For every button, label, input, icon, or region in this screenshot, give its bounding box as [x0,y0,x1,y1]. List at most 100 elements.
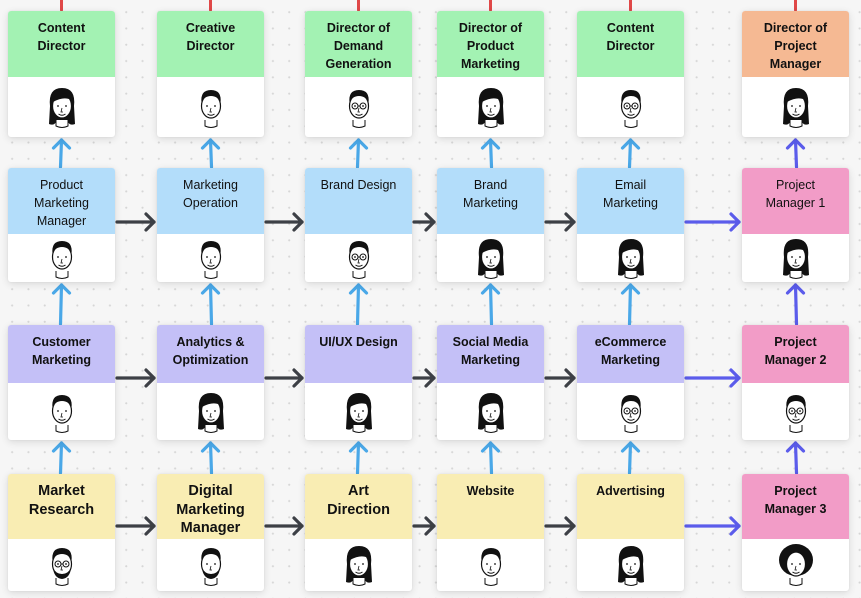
man-short-hair-avatar-icon [200,90,221,128]
org-chart-canvas[interactable]: Content Director Creative Director Directo… [0,0,861,598]
card-header: Content Director [577,11,684,77]
org-card[interactable]: Market Research [8,474,115,591]
card-avatar-area [742,234,849,282]
card-avatar-area [8,77,115,137]
woman-long-wavy-hair-avatar-icon [617,546,644,586]
card-title: Digital Marketing Manager [176,483,245,536]
card-title: Advertising [596,484,665,498]
vertical-arrow-line[interactable] [355,441,361,475]
card-header: Customer Marketing [8,325,115,383]
card-header: Email Marketing [577,168,684,234]
card-title: Market Research [28,483,95,518]
org-card[interactable]: Creative Director [157,11,264,137]
card-avatar-area [305,539,412,591]
woman-long-hair-avatar-icon [477,88,504,128]
card-title: Email Marketing [603,178,658,210]
woman-bangs-avatar-icon [617,239,644,279]
org-card[interactable]: Advertising [577,474,684,591]
card-header: eCommerce Marketing [577,325,684,383]
org-card[interactable]: Project Manager 1 [742,168,849,282]
card-header: Marketing Operation [157,168,264,234]
card-header: UI/UX Design [305,325,412,383]
card-title: Director of Demand Generation [325,21,392,71]
card-header: Art Direction [305,474,412,539]
card-title: Brand Design [320,178,397,192]
org-card[interactable]: Customer Marketing [8,325,115,440]
vertical-arrow-line[interactable] [208,283,214,326]
vertical-arrow-line[interactable] [58,138,64,169]
vertical-arrow-line[interactable] [488,441,494,475]
card-avatar-area [305,234,412,282]
card-title: Customer Marketing [31,335,92,367]
man-side-part-avatar-icon [51,241,72,279]
org-card[interactable]: eCommerce Marketing [577,325,684,440]
card-header: Product Marketing Manager [8,168,115,234]
card-avatar-area [305,77,412,137]
vertical-arrow-line[interactable] [355,283,361,326]
card-avatar-area [8,234,115,282]
vertical-arrow-line[interactable] [627,441,633,475]
woman-smiling-avatar-icon [345,392,372,433]
woman-long-straight-hair-avatar-icon [345,546,372,586]
card-header: Creative Director [157,11,264,77]
vertical-arrow-line[interactable] [793,441,799,475]
card-header: Brand Marketing [437,168,544,234]
card-header: Project Manager 2 [742,325,849,383]
org-card[interactable]: Content Director [8,11,115,137]
vertical-arrow-line[interactable] [793,138,799,169]
org-card[interactable]: Project Manager 3 [742,474,849,591]
card-avatar-area [157,539,264,591]
card-title: Marketing Operation [183,178,238,210]
man-glasses-smiling-avatar-icon [785,394,806,433]
org-card[interactable]: UI/UX Design [305,325,412,440]
card-avatar-area [157,383,264,440]
org-card[interactable]: Brand Marketing [437,168,544,282]
vertical-arrow-line[interactable] [793,283,799,326]
card-header: Content Director [8,11,115,77]
card-avatar-area [577,539,684,591]
man-glasses-avatar-icon [620,394,641,433]
org-card[interactable]: Director of Demand Generation [305,11,412,137]
card-title: Art Direction [327,483,390,518]
man-winking-avatar-icon [200,241,221,279]
card-avatar-area [305,383,412,440]
card-header: Website [437,474,544,539]
card-header: Project Manager 3 [742,474,849,539]
org-card[interactable]: Website [437,474,544,591]
card-header: Market Research [8,474,115,539]
org-card[interactable]: Marketing Operation [157,168,264,282]
card-avatar-area [437,77,544,137]
card-avatar-area [577,77,684,137]
vertical-arrow-line[interactable] [488,283,494,326]
vertical-arrow-line[interactable] [208,138,214,169]
woman-curly-hair-avatar-icon [197,392,224,433]
org-card[interactable]: Analytics & Optimization [157,325,264,440]
org-card[interactable]: Director of Product Marketing [437,11,544,137]
card-title: Director of Product Marketing [458,21,523,71]
vertical-arrow-line[interactable] [58,283,64,326]
org-card[interactable]: Social Media Marketing [437,325,544,440]
org-card[interactable]: Digital Marketing Manager [157,474,264,591]
vertical-arrow-line[interactable] [355,138,361,169]
vertical-arrow-line[interactable] [488,138,494,169]
card-title: Content Director [37,21,86,53]
card-header: Director of Project Manager [742,11,849,77]
org-card[interactable]: Director of Project Manager [742,11,849,137]
card-avatar-area [437,539,544,591]
vertical-arrow-line[interactable] [208,441,214,475]
org-card[interactable]: Product Marketing Manager [8,168,115,282]
man-glasses-messy-hair-avatar-icon [348,90,369,128]
card-avatar-area [8,539,115,591]
card-title: eCommerce Marketing [594,335,667,367]
org-card[interactable]: Art Direction [305,474,412,591]
org-card[interactable]: Content Director [577,11,684,137]
org-card[interactable]: Email Marketing [577,168,684,282]
vertical-arrow-line[interactable] [627,283,633,326]
org-card[interactable]: Brand Design [305,168,412,282]
vertical-arrow-line[interactable] [627,138,633,169]
vertical-arrow-line[interactable] [58,441,64,475]
org-card[interactable]: Project Manager 2 [742,325,849,440]
man-glasses-beard-avatar-icon [51,548,72,586]
card-header: Project Manager 1 [742,168,849,234]
card-avatar-area [577,234,684,282]
